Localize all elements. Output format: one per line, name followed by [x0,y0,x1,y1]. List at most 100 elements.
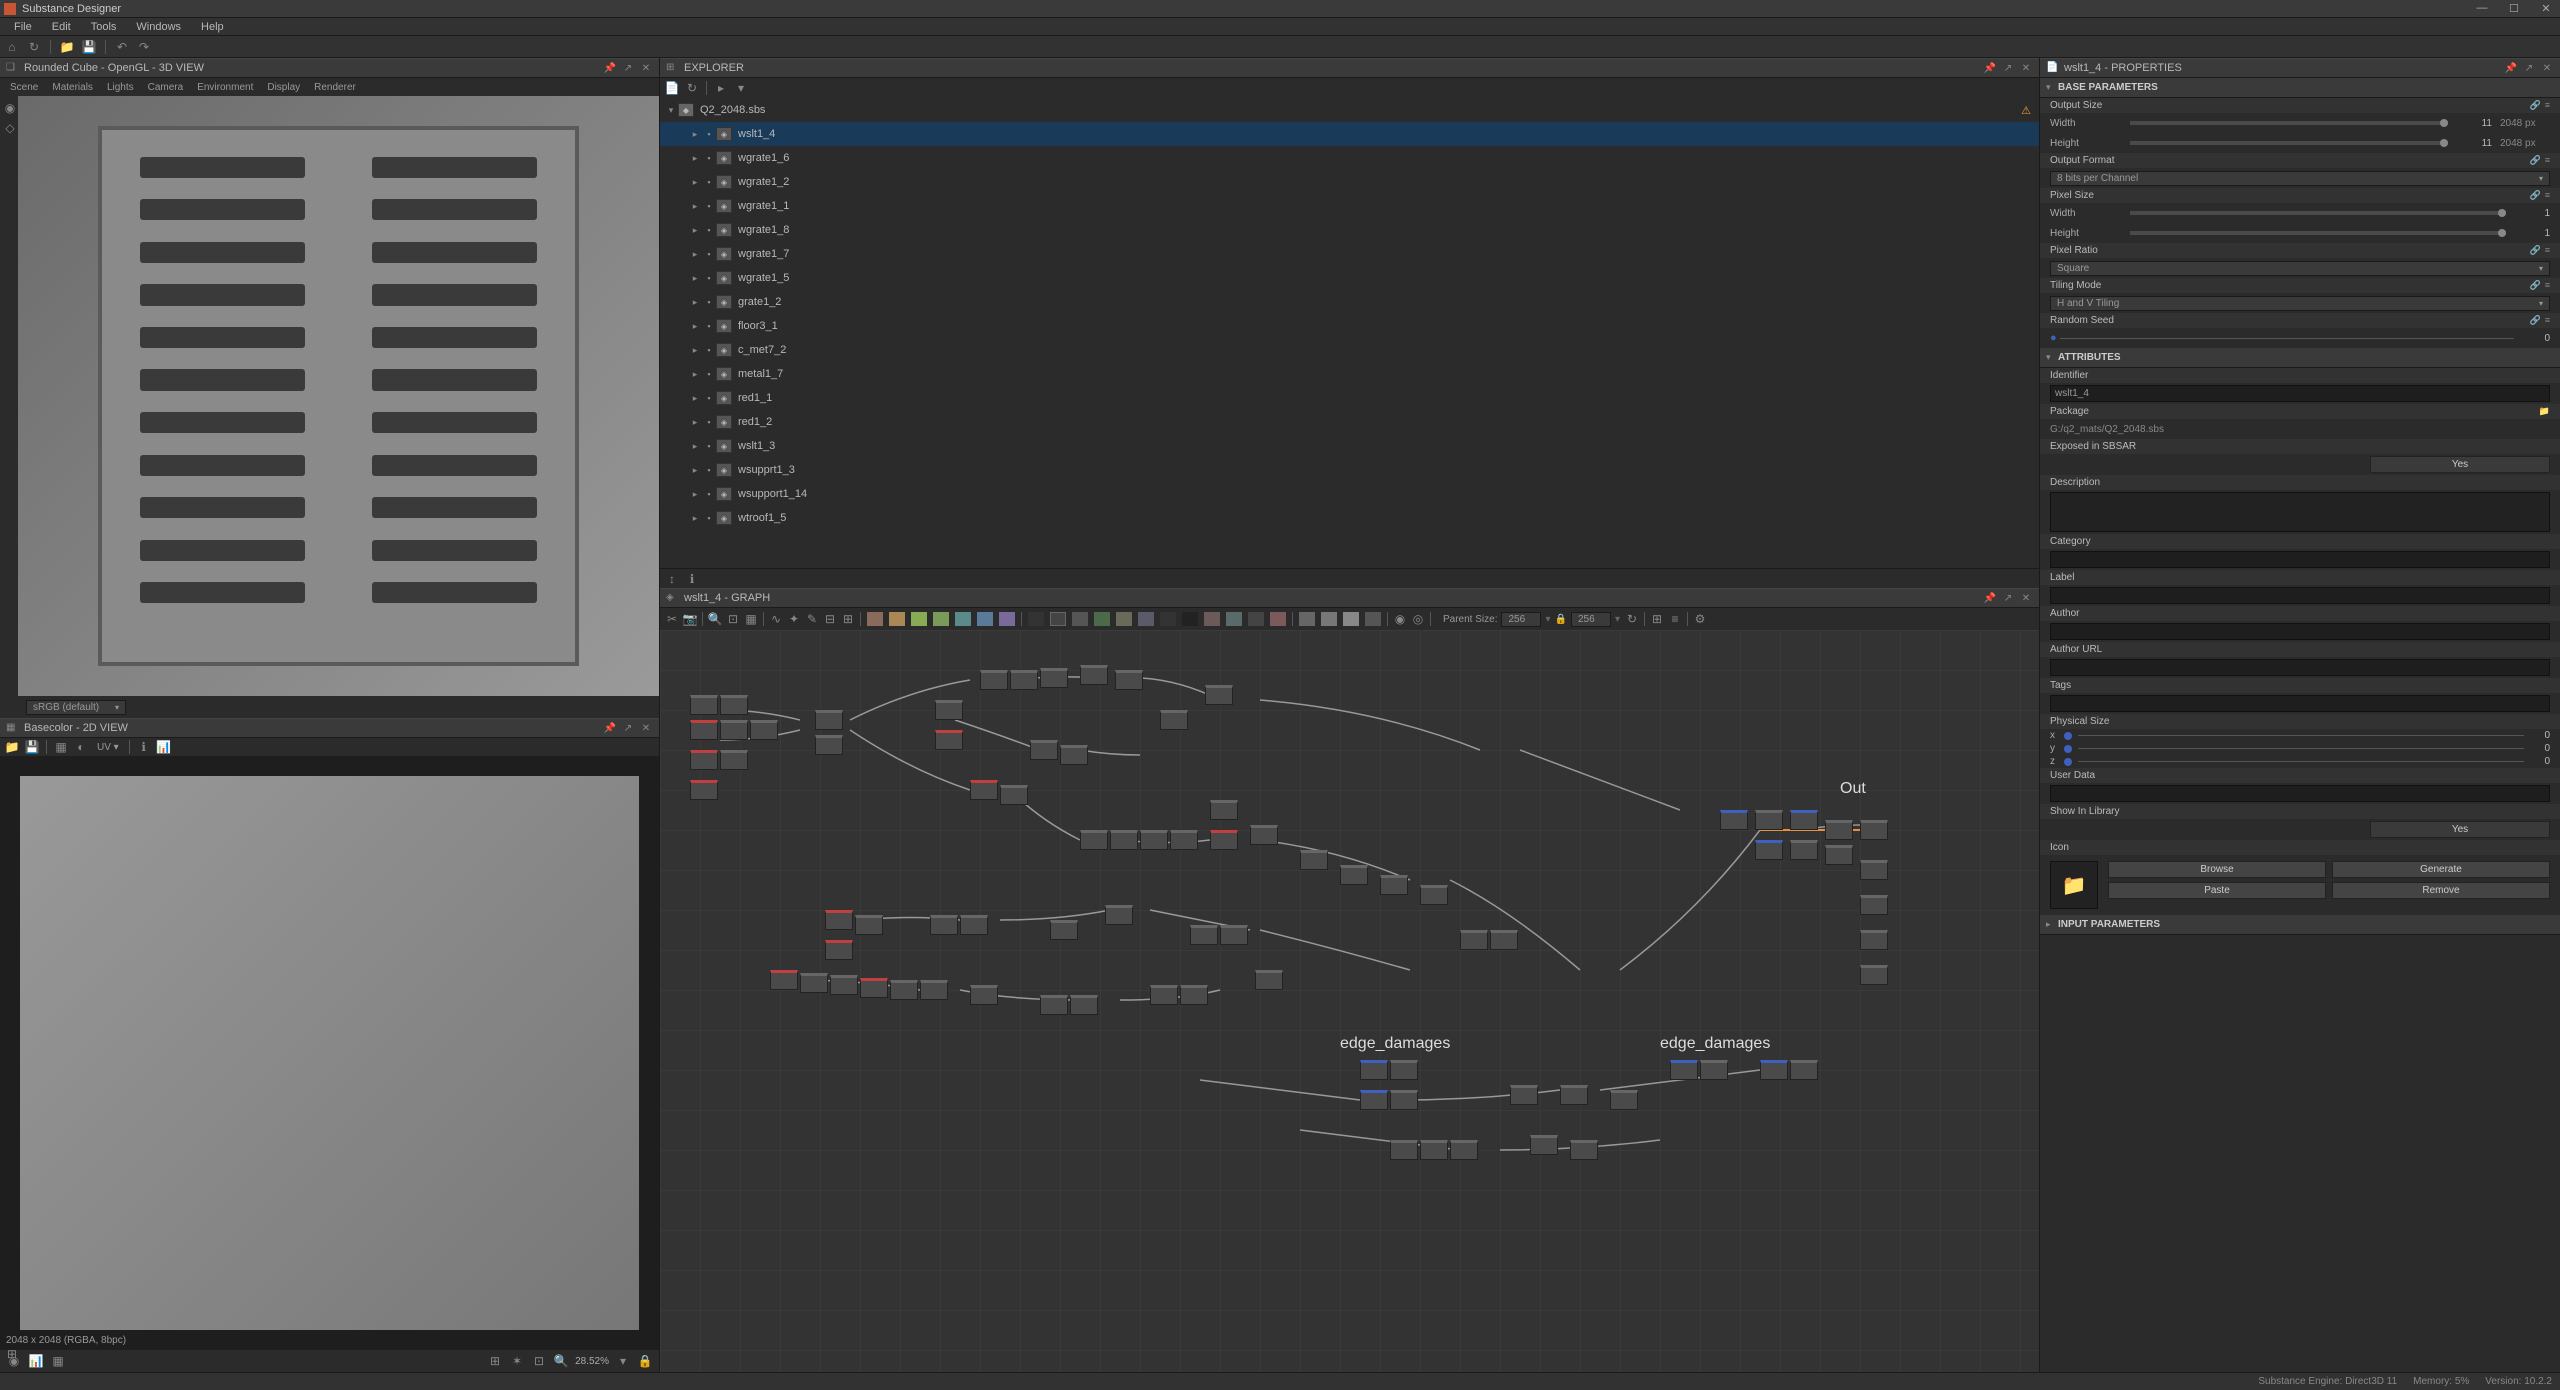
tree-item[interactable]: ▸▪◈wtroof1_5 [660,506,2039,530]
checker-icon[interactable]: ▦ [53,739,69,755]
close-button[interactable]: ✕ [2536,2,2556,15]
tree-item[interactable]: ▸▪◈grate1_2 [660,290,2039,314]
tree-item[interactable]: ▸▪◈metal1_7 [660,362,2039,386]
generate-button[interactable]: Generate [2332,861,2550,878]
height-value[interactable]: 11 [2456,138,2492,149]
node-mode-2[interactable] [1319,610,1339,628]
info-icon[interactable]: ℹ [684,571,700,587]
tree-item[interactable]: ▸▪◈wgrate1_2 [660,170,2039,194]
link-icon[interactable]: 🔗 [2530,245,2541,256]
tree-item[interactable]: ▸▪◈floor3_1 [660,314,2039,338]
node-color-5[interactable] [953,610,973,628]
phys-y[interactable]: 0 [2530,743,2550,754]
menu-icon[interactable]: ≡ [2545,280,2550,291]
tab-renderer[interactable]: Renderer [308,82,362,93]
redo-icon[interactable]: ↷ [136,39,152,55]
popout-icon[interactable]: ↗ [2522,63,2536,74]
lock-icon[interactable]: 🔒 [637,1353,653,1369]
folder-icon[interactable]: 📁 [2539,406,2550,417]
width-value[interactable]: 11 [2456,118,2492,129]
tree-item[interactable]: ▸▪◈wgrate1_8 [660,218,2039,242]
open-icon[interactable]: 📁 [4,739,20,755]
pin-icon[interactable]: 📌 [1983,593,1997,604]
tab-materials[interactable]: Materials [46,82,99,93]
grid-icon[interactable]: ⊞ [840,611,856,627]
menu-windows[interactable]: Windows [126,21,191,33]
section-base-params[interactable]: BASE PARAMETERS [2058,82,2554,93]
view-mode-1-icon[interactable]: ⊞ [1649,611,1665,627]
menu-help[interactable]: Help [191,21,234,33]
reset-icon[interactable]: ↻ [1624,611,1640,627]
author-input[interactable] [2050,623,2550,640]
link-icon[interactable]: 🔗 [2530,155,2541,166]
node-color-1[interactable] [865,610,885,628]
author-url-input[interactable] [2050,659,2550,676]
tab-lights[interactable]: Lights [101,82,140,93]
collapse-icon[interactable]: ▾ [733,80,749,96]
menu-icon[interactable]: ≡ [2545,190,2550,201]
info-icon[interactable]: ℹ [136,739,152,755]
search-icon[interactable]: 🔍 [707,611,723,627]
panel-close-icon[interactable]: ✕ [2540,63,2554,74]
tree-item[interactable]: ▸▪◈wslt1_4 [660,122,2039,146]
color-icon[interactable]: ◐ [73,739,89,755]
fit-icon[interactable]: ✶ [509,1353,525,1369]
sort-icon[interactable]: ↕ [664,571,680,587]
tree-root[interactable]: ▾ ◆ Q2_2048.sbs ⚠ [660,98,2039,122]
center-icon[interactable]: ⊡ [531,1353,547,1369]
panel-close-icon[interactable]: ✕ [639,63,653,74]
tab-scene[interactable]: Scene [4,82,44,93]
phys-z[interactable]: 0 [2530,756,2550,767]
tab-environment[interactable]: Environment [191,82,259,93]
view-3d-viewport[interactable]: ◉ ◇ [0,96,659,696]
node-type-9[interactable] [1202,610,1222,628]
settings-icon[interactable]: ⚙ [1692,611,1708,627]
new-icon[interactable]: 📄 [664,80,680,96]
tree-item[interactable]: ▸▪◈c_met7_2 [660,338,2039,362]
tile-icon[interactable]: ⊞ [487,1353,503,1369]
show-library-toggle[interactable]: Yes [2370,821,2550,838]
undo-icon[interactable]: ↶ [114,39,130,55]
pixel-ratio-dropdown[interactable]: Square [2050,261,2550,276]
align-icon[interactable]: ⊟ [822,611,838,627]
group-icon[interactable]: ▦ [743,611,759,627]
width-slider[interactable] [2130,121,2448,125]
minimize-button[interactable]: — [2472,2,2492,15]
node-mode-1[interactable] [1297,610,1317,628]
browse-button[interactable]: Browse [2108,861,2326,878]
panel-close-icon[interactable]: ✕ [639,723,653,734]
parent-height[interactable]: 256 [1571,612,1611,627]
label-input[interactable] [2050,587,2550,604]
menu-edit[interactable]: Edit [42,21,81,33]
maximize-button[interactable]: ☐ [2504,2,2524,15]
link-icon[interactable]: 🔗 [2530,190,2541,201]
view-2d-viewport[interactable]: 2048 x 2048 (RGBA, 8bpc) [0,756,659,1350]
pin-icon[interactable]: 📌 [2504,63,2518,74]
open-folder-icon[interactable]: 📁 [59,39,75,55]
node-type-10[interactable] [1224,610,1244,628]
snapshot-icon[interactable]: 📷 [682,611,698,627]
zoom-down-icon[interactable]: ▾ [615,1353,631,1369]
node-type-7[interactable] [1158,610,1178,628]
paste-button[interactable]: Paste [2108,882,2326,899]
frame-icon[interactable]: ⊡ [725,611,741,627]
node-mode-4[interactable] [1363,610,1383,628]
pen-icon[interactable]: ✎ [804,611,820,627]
node-type-11[interactable] [1246,610,1266,628]
cut-icon[interactable]: ✂ [664,611,680,627]
refresh-icon[interactable]: ↻ [26,39,42,55]
tree-item[interactable]: ▸▪◈wsupport1_14 [660,482,2039,506]
remove-button[interactable]: Remove [2332,882,2550,899]
node-type-5[interactable] [1114,610,1134,628]
node-type-8[interactable] [1180,610,1200,628]
icon-well[interactable]: 📁 [2050,861,2098,909]
category-input[interactable] [2050,551,2550,568]
link-icon[interactable]: ∿ [768,611,784,627]
node-color-2[interactable] [887,610,907,628]
node-color-6[interactable] [975,610,995,628]
parent-width[interactable]: 256 [1501,612,1541,627]
home-icon[interactable]: ⌂ [4,39,20,55]
height-slider[interactable] [2130,141,2448,145]
px-height-value[interactable]: 1 [2514,228,2550,239]
save-icon[interactable]: 💾 [24,739,40,755]
